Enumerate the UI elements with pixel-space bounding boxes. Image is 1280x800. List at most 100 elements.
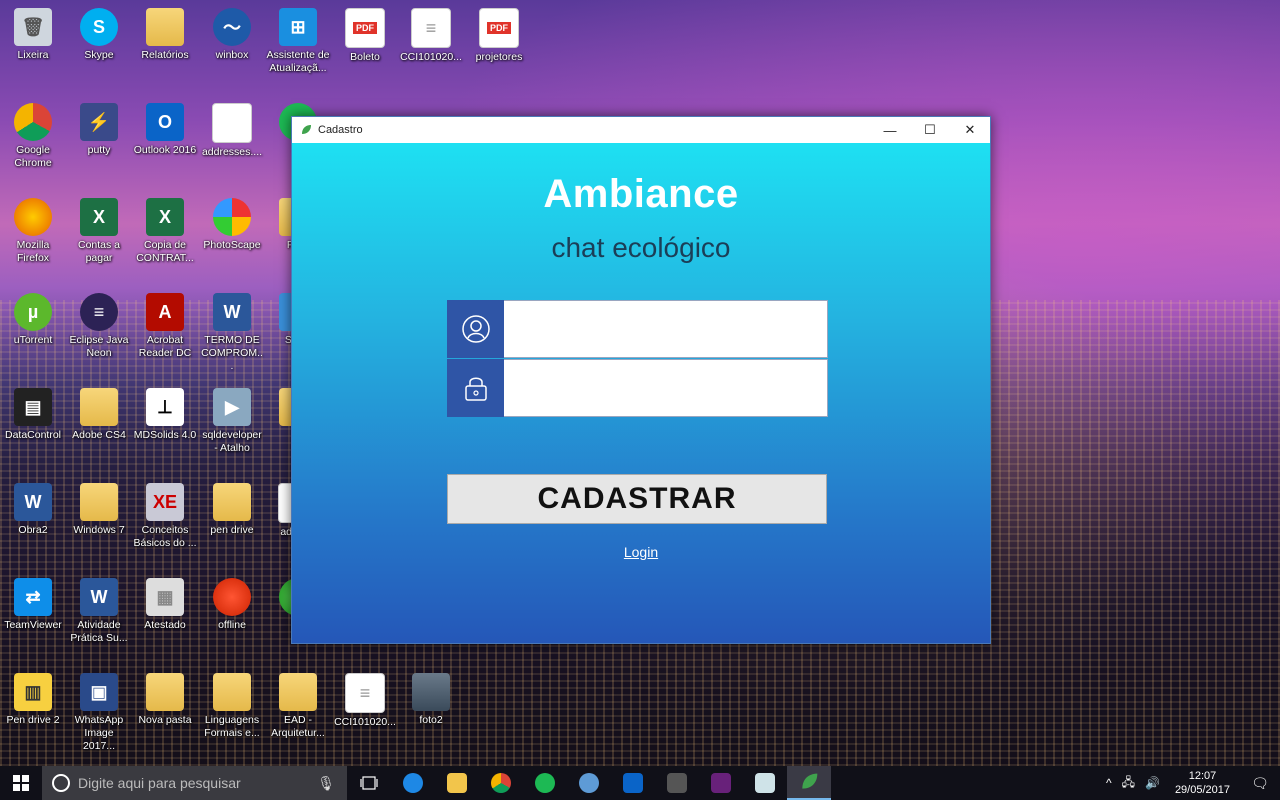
desktop-icon-label: Atestado [144, 619, 186, 631]
taskbar-app-notepad[interactable] [743, 766, 787, 800]
taskbar-app-explorer[interactable] [435, 766, 479, 800]
start-button[interactable] [0, 766, 42, 800]
desktop-icon-adobe-cs4[interactable]: Adobe CS4 [66, 384, 132, 472]
desktop-icon-pen-drive[interactable]: pen drive [199, 479, 265, 567]
desktop-icon-termo[interactable]: W TERMO DE COMPROM... [199, 289, 265, 377]
taskbar-app-ambiance[interactable] [787, 766, 831, 800]
desktop-icon-teamviewer[interactable]: ⇄ TeamViewer [0, 574, 66, 662]
window-titlebar[interactable]: Cadastro — ☐ ✕ [292, 117, 990, 143]
desktop-icon-winbox[interactable]: 〜 winbox [199, 4, 265, 92]
windows-logo-icon [13, 775, 29, 791]
username-input[interactable] [504, 300, 828, 358]
network-icon[interactable]: 🖧 [1122, 773, 1135, 794]
taskbar-app-visual-studio[interactable] [699, 766, 743, 800]
task-view-button[interactable] [347, 766, 391, 800]
desktop-icon-label: PhotoScape [203, 239, 261, 251]
desktop-icon-label: Atividade Prática Su... [70, 619, 128, 644]
desktop-icon-addresses[interactable]: addresses.... [199, 99, 265, 187]
desktop-icon-label: Eclipse Java Neon [69, 334, 129, 359]
desktop-icon-cci-2[interactable]: ≡ CCI101020... [332, 669, 398, 757]
notification-icon[interactable]: 🗨 [1240, 766, 1280, 800]
desktop-icon-foto2[interactable]: foto2 [398, 669, 464, 757]
taskbar-app-chrome[interactable] [479, 766, 523, 800]
desktop-icon-chrome[interactable]: Google Chrome [0, 99, 66, 187]
offline-icon [213, 578, 251, 616]
desktop-icon-utorrent[interactable]: µ uTorrent [0, 289, 66, 377]
desktop-icon-lixeira[interactable]: 🗑 Lixeira [0, 4, 66, 92]
desktop-icon-relatorios[interactable]: Relatórios [132, 4, 198, 92]
desktop-icon-pen-drive-2[interactable]: ▥ Pen drive 2 [0, 669, 66, 757]
desktop-icon-label: winbox [215, 49, 249, 61]
folder-icon [80, 483, 118, 521]
desktop-icon-contas[interactable]: X Contas a pagar [66, 194, 132, 282]
app-brand-title: Ambiance [543, 172, 739, 216]
desktop-icon-mdsolids[interactable]: ⊥ MDSolids 4.0 [132, 384, 198, 472]
desktop-icon-eclipse[interactable]: ≡ Eclipse Java Neon [66, 289, 132, 377]
windows-update-icon: ⊞ [279, 8, 317, 46]
desktop-icon-offline[interactable]: offline [199, 574, 265, 662]
desktop-icon-label: EAD - Arquitetur... [271, 714, 325, 739]
microphone-icon[interactable]: 🎙 [317, 775, 335, 792]
taskbar-app-spotify[interactable] [523, 766, 567, 800]
desktop-icon-copia-contrat[interactable]: X Copia de CONTRAT... [132, 194, 198, 282]
desktop-icon-skype[interactable]: S Skype [66, 4, 132, 92]
taskbar-app-outlook[interactable] [611, 766, 655, 800]
photoscape-icon [213, 198, 251, 236]
spotify-icon [535, 773, 555, 793]
close-button[interactable]: ✕ [950, 117, 990, 143]
desktop-icon-label: Relatórios [141, 49, 189, 61]
leaf-icon [302, 125, 311, 134]
chrome-icon [14, 103, 52, 141]
desktop-icon-conceitos[interactable]: XE Conceitos Básicos do ... [132, 479, 198, 567]
desktop-icon-label: Copia de CONTRAT... [136, 239, 194, 264]
desktop-icon-obra2[interactable]: W Obra2 [0, 479, 66, 567]
desktop-icon-putty[interactable]: ⚡ putty [66, 99, 132, 187]
desktop-icon-label: DataControl [4, 429, 62, 441]
desktop-icon-atividade[interactable]: W Atividade Prática Su... [66, 574, 132, 662]
desktop-icon-datacontrol[interactable]: ▤ DataControl [0, 384, 66, 472]
document-icon: ≡ [345, 673, 385, 713]
image-icon: ▦ [146, 578, 184, 616]
desktop-icon-acrobat[interactable]: A Acrobat Reader DC [132, 289, 198, 377]
desktop-icon-label: Acrobat Reader DC [138, 334, 192, 359]
desktop-icon-projetores[interactable]: PDF projetores [466, 4, 532, 92]
login-link[interactable]: Login [292, 544, 990, 560]
lock-icon [447, 359, 504, 417]
minimize-button[interactable]: — [870, 117, 910, 143]
pdf-icon: PDF [479, 8, 519, 48]
maximize-button[interactable]: ☐ [910, 117, 950, 143]
taskbar-search[interactable]: Digite aqui para pesquisar 🎙 [42, 766, 347, 800]
desktop-icon-atestado[interactable]: ▦ Atestado [132, 574, 198, 662]
skype-icon [579, 773, 599, 793]
desktop-icon-label: TeamViewer [4, 619, 62, 631]
desktop-icon-sqldeveloper[interactable]: ▶ sqldeveloper - Atalho [199, 384, 265, 472]
chrome-icon [491, 773, 511, 793]
desktop-icon-windows7[interactable]: Windows 7 [66, 479, 132, 567]
desktop-icon-nova-pasta[interactable]: Nova pasta [132, 669, 198, 757]
desktop-icon-whatsapp-image[interactable]: ▣ WhatsApp Image 2017... [66, 669, 132, 757]
volume-icon[interactable]: 🔊 [1145, 776, 1160, 790]
search-placeholder: Digite aqui para pesquisar [78, 775, 241, 791]
desktop-icon-linguagens[interactable]: Linguagens Formais e... [199, 669, 265, 757]
password-input[interactable] [504, 359, 828, 417]
desktop-icon-cci-1[interactable]: ≡ CCI101020... [398, 4, 464, 92]
desktop-icon-photoscape[interactable]: PhotoScape [199, 194, 265, 282]
clock[interactable]: 12:07 29/05/2017 [1175, 769, 1230, 797]
desktop-icon-firefox[interactable]: Mozilla Firefox [0, 194, 66, 282]
desktop-icon-label: Skype [84, 49, 114, 61]
desktop-icon-assistente[interactable]: ⊞ Assistente de Atualizaçã... [265, 4, 331, 92]
taskbar-app-folder[interactable] [655, 766, 699, 800]
cadastrar-button[interactable]: CADASTRAR [447, 474, 827, 524]
desktop-icon-boleto[interactable]: PDF Boleto [332, 4, 398, 92]
desktop-icon-outlook[interactable]: O Outlook 2016 [132, 99, 198, 187]
leaf-icon [802, 773, 818, 789]
folder-icon [213, 673, 251, 711]
desktop-icon-label: Conceitos Básicos do ... [133, 524, 197, 549]
desktop-icon-ead[interactable]: EAD - Arquitetur... [265, 669, 331, 757]
desktop-icon-label: offline [218, 619, 246, 631]
document-icon [212, 103, 252, 143]
clock-time: 12:07 [1188, 770, 1217, 782]
taskbar-app-skype[interactable] [567, 766, 611, 800]
chevron-up-icon[interactable]: ^ [1106, 776, 1112, 790]
taskbar-app-edge[interactable] [391, 766, 435, 800]
